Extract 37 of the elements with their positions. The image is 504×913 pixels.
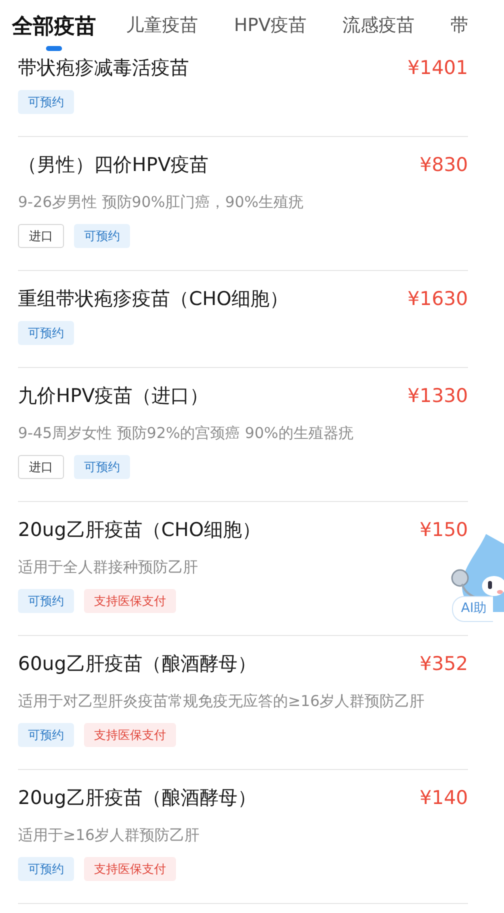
vaccine-description: 9-26岁男性 预防90%肛门癌，90%生殖疣 (18, 192, 304, 213)
vaccine-description: 9-45周岁女性 预防92%的宫颈癌 90%的生殖器疣 (18, 423, 354, 444)
vaccine-name[interactable]: 带状疱疹减毒活疫苗 (18, 55, 189, 81)
vaccine-description: 适用于≥16岁人群预防乙肝 (18, 825, 201, 846)
price: ¥1630 (408, 288, 468, 310)
vaccine-name[interactable]: 20ug乙肝疫苗（酿酒酵母） (18, 785, 256, 811)
category-tab[interactable]: 流感疫苗 (342, 12, 415, 40)
tag: 可预约 (18, 321, 74, 345)
vaccine-name[interactable]: 九价HPV疫苗（进口） (18, 383, 209, 409)
category-tab[interactable]: 带 (450, 12, 469, 40)
tag: 可预约 (74, 455, 130, 479)
price: ¥150 (420, 519, 468, 541)
category-tab[interactable]: HPV疫苗 (234, 12, 307, 40)
tag: 可预约 (18, 723, 74, 747)
vaccine-name[interactable]: 重组带状疱疹疫苗（CHO细胞） (18, 286, 289, 312)
price: ¥830 (420, 154, 468, 176)
tag: 支持医保支付 (84, 589, 176, 613)
tag: 可预约 (74, 224, 130, 248)
tag: 可预约 (18, 589, 74, 613)
price: ¥352 (420, 653, 468, 675)
vaccine-name[interactable]: 60ug乙肝疫苗（酿酒酵母） (18, 651, 256, 677)
category-tab[interactable]: 儿童疫苗 (126, 12, 198, 40)
tag: 进口 (18, 455, 64, 479)
category-tab[interactable]: 全部疫苗 (12, 12, 96, 40)
tag: 进口 (18, 224, 64, 248)
price: ¥140 (420, 787, 468, 809)
vaccine-name[interactable]: （男性）四价HPV疫苗 (18, 152, 209, 178)
price: ¥1401 (408, 57, 468, 79)
tag: 支持医保支付 (84, 723, 176, 747)
vaccine-description: 适用于对乙型肝炎疫苗常规免疫无应答的≥16岁人群预防乙肝 (18, 691, 426, 712)
tag: 可预约 (18, 857, 74, 881)
price: ¥1330 (408, 385, 468, 407)
tag: 支持医保支付 (84, 857, 176, 881)
tag: 可预约 (18, 90, 74, 114)
vaccine-description: 适用于全人群接种预防乙肝 (18, 557, 199, 578)
vaccine-name[interactable]: 20ug乙肝疫苗（CHO细胞） (18, 517, 261, 543)
tab-indicator (46, 46, 62, 51)
